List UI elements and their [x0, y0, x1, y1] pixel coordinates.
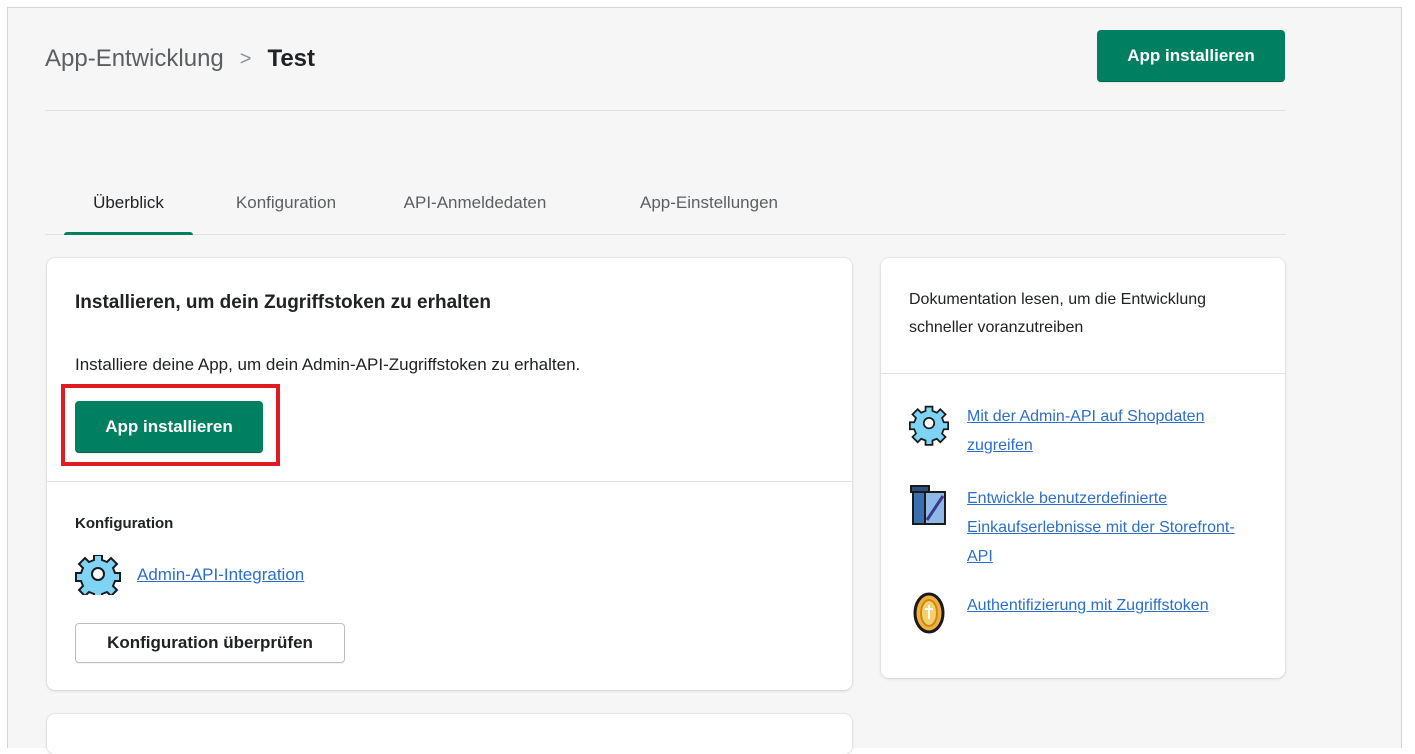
install-app-button[interactable]: App installieren [75, 401, 263, 453]
breadcrumb: App-Entwicklung > Test [45, 44, 315, 74]
doc-link-storefront-api[interactable]: Entwickle benutzerdefinierte Einkaufserl… [967, 484, 1247, 571]
install-card-description: Installiere deine App, um dein Admin-API… [75, 355, 581, 374]
gear-icon [909, 402, 949, 446]
install-card: Installieren, um dein Zugriffstoken zu e… [47, 258, 852, 690]
breadcrumb-separator: > [239, 48, 252, 70]
storefront-icon [909, 484, 949, 528]
config-row: Admin-API-Integration [75, 555, 304, 595]
doc-item-admin-api: Mit der Admin-API auf Shopdaten zugreife… [909, 402, 1247, 460]
config-section-title: Konfiguration [75, 515, 174, 532]
doc-link-admin-api[interactable]: Mit der Admin-API auf Shopdaten zugreife… [967, 402, 1247, 460]
tab-bar: Überblick Konfiguration API-Anmeldedaten… [45, 172, 1286, 235]
card-divider [881, 373, 1285, 374]
tab-app-settings[interactable]: App-Einstellungen [609, 172, 809, 234]
breadcrumb-parent-link[interactable]: App-Entwicklung [45, 44, 224, 74]
tab-api-credentials[interactable]: API-Anmeldedaten [373, 172, 577, 234]
gear-icon [75, 555, 121, 595]
page-title: Test [267, 45, 316, 72]
review-configuration-button[interactable]: Konfiguration überprüfen [75, 623, 345, 663]
header-divider [45, 110, 1286, 111]
next-card [47, 714, 852, 754]
documentation-card: Dokumentation lesen, um die Entwicklung … [881, 258, 1285, 678]
token-coin-icon [909, 591, 949, 635]
doc-link-authentication[interactable]: Authentifizierung mit Zugriffstoken [967, 591, 1247, 620]
header-install-app-button[interactable]: App installieren [1097, 30, 1285, 82]
doc-item-storefront-api: Entwickle benutzerdefinierte Einkaufserl… [909, 484, 1247, 571]
install-card-title: Installieren, um dein Zugriffstoken zu e… [75, 292, 491, 313]
admin-api-integration-link[interactable]: Admin-API-Integration [137, 565, 304, 585]
documentation-card-title: Dokumentation lesen, um die Entwicklung … [909, 291, 1207, 336]
tab-overview[interactable]: Überblick [64, 172, 193, 235]
doc-item-authentication: Authentifizierung mit Zugriffstoken [909, 591, 1247, 635]
tab-configuration[interactable]: Konfiguration [221, 172, 351, 234]
card-divider [47, 481, 852, 482]
